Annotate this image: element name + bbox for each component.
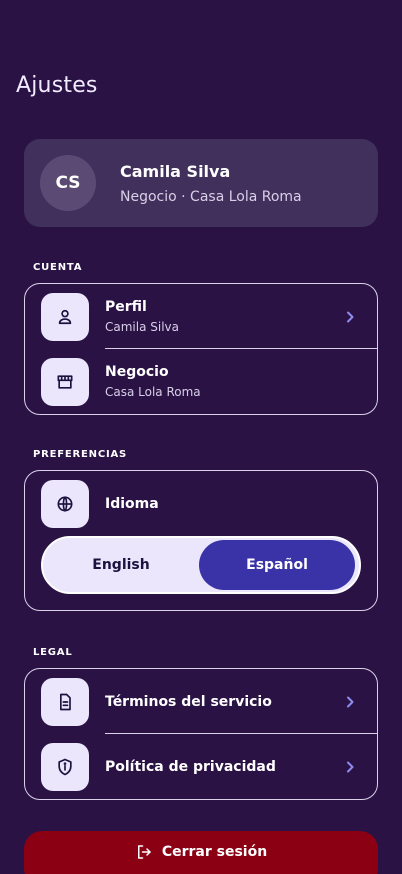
profile-card: CS Camila Silva Negocio · Casa Lola Roma: [24, 139, 378, 227]
row-subtitle: Camila Silva: [105, 320, 179, 334]
row-title: Negocio: [105, 364, 169, 380]
language-option-spanish[interactable]: Español: [199, 540, 355, 590]
legal-group: Términos del servicio Política de privac…: [24, 668, 378, 800]
store-icon: [41, 357, 89, 406]
preferences-group: Idioma English Español: [24, 470, 378, 611]
section-label-preferences: PREFERENCIAS: [33, 449, 128, 460]
section-label-account: CUENTA: [33, 262, 83, 273]
row-subtitle: Casa Lola Roma: [105, 385, 201, 399]
shield-icon: [41, 742, 89, 791]
settings-row-terms[interactable]: Términos del servicio: [25, 669, 377, 734]
settings-row-privacy[interactable]: Política de privacidad: [25, 734, 377, 799]
account-group: Perfil Camila Silva Negocio Casa Lola Ro…: [24, 283, 378, 415]
settings-row-language: Idioma: [25, 471, 377, 536]
avatar: CS: [40, 155, 96, 211]
row-title: Política de privacidad: [105, 758, 276, 775]
chevron-right-icon: [347, 761, 354, 772]
chevron-right-icon: [347, 696, 354, 707]
page-title: Ajustes: [16, 73, 98, 98]
language-option-english[interactable]: English: [43, 540, 199, 590]
document-icon: [41, 677, 89, 726]
settings-row-business[interactable]: Negocio Casa Lola Roma: [25, 349, 377, 414]
logout-icon: [137, 845, 151, 859]
row-title: Perfil: [105, 299, 147, 315]
settings-screen: Ajustes CS Camila Silva Negocio · Casa L…: [0, 0, 402, 874]
language-toggle: English Español: [41, 536, 361, 594]
user-icon: [41, 292, 89, 341]
globe-icon: [41, 479, 89, 528]
logout-label: Cerrar sesión: [161, 844, 268, 860]
logout-button[interactable]: Cerrar sesión: [24, 831, 378, 874]
row-title: Términos del servicio: [105, 693, 272, 710]
chevron-right-icon: [347, 311, 354, 322]
profile-name: Camila Silva: [120, 161, 231, 181]
settings-row-profile[interactable]: Perfil Camila Silva: [25, 284, 377, 349]
profile-subtitle: Negocio · Casa Lola Roma: [120, 188, 302, 205]
section-label-legal: LEGAL: [33, 647, 73, 658]
row-title: Idioma: [105, 495, 159, 512]
